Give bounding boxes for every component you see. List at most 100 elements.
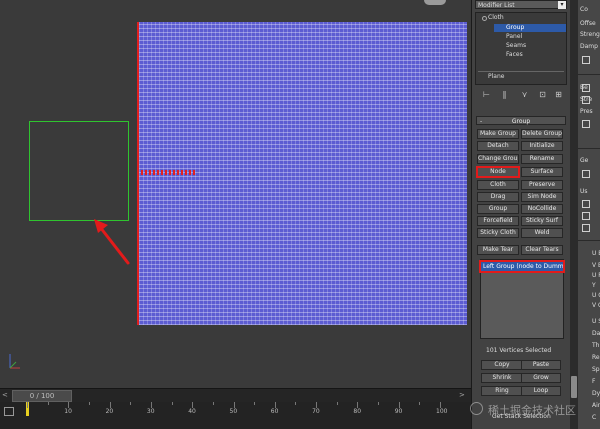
preserve-button[interactable]: Preserve (521, 180, 563, 190)
pin-stack-icon[interactable]: ⊢ (481, 89, 492, 100)
node-button[interactable]: Node (476, 166, 520, 178)
cloth-property-label: F (592, 378, 596, 385)
make-group-button[interactable]: Make Group (477, 129, 519, 139)
cloth-property-label: V Cc (592, 302, 600, 309)
cloth-property-label: Sp (592, 366, 600, 373)
ruler-tick (295, 402, 297, 405)
ruler-tick (254, 402, 256, 405)
copy-button[interactable]: Copy (481, 360, 523, 370)
next-frame-icon[interactable]: > (459, 391, 467, 400)
vertices-selected-status: 101 Vertices Selected (486, 347, 552, 354)
stack-item-plane[interactable]: Plane (488, 73, 566, 81)
weld-button[interactable]: Weld (521, 228, 563, 238)
paste-button[interactable]: Paste (521, 360, 561, 370)
cloth-property-label: Streng (580, 31, 600, 38)
track-bar[interactable]: 10 20 30 40 50 60 70 80 90 100 (0, 402, 471, 429)
ruler-tick-label: 90 (394, 408, 403, 415)
nocollide-button[interactable]: NoCollide (521, 204, 563, 214)
change-group-button[interactable]: Change Group (477, 154, 519, 164)
cloth-property-label: Thi (592, 342, 600, 349)
time-slider-thumb[interactable]: 0 / 100 (12, 390, 72, 402)
time-slider[interactable]: < 0 / 100 > (0, 388, 471, 402)
modifier-stack[interactable]: Cloth Group Panel Seams Faces Plane (475, 12, 567, 85)
collapse-icon: - (480, 118, 483, 125)
cloth-property-checkbox[interactable] (582, 84, 590, 92)
detach-button[interactable]: Detach (477, 141, 519, 151)
command-panel-scrollbar[interactable] (570, 0, 578, 429)
group-button[interactable]: Group (477, 204, 519, 214)
clear-tears-button[interactable]: Clear Tears (521, 245, 563, 255)
cloth-property-label: U Cc (592, 292, 600, 299)
cloth-property-label: Us (580, 188, 588, 195)
show-end-result-icon[interactable]: ∥ (499, 89, 510, 100)
watermark-text: 稀土掘金技术社区 (488, 404, 576, 417)
make-unique-icon[interactable]: ⋎ (519, 89, 530, 100)
stack-item-seams[interactable]: Seams (506, 42, 566, 50)
loop-button[interactable]: Loop (521, 386, 561, 396)
ruler-tick-label: 30 (146, 408, 155, 415)
ruler-tick (47, 402, 49, 405)
viewport-top-handle[interactable] (424, 0, 446, 5)
cloth-property-label: V Bi (592, 262, 600, 269)
configure-modifier-sets-icon[interactable]: ⊞ (553, 89, 564, 100)
sticky-surf-button[interactable]: Sticky Surf (521, 216, 563, 226)
ruler-tick-label: 80 (353, 408, 362, 415)
cloth-property-label: Ge (580, 157, 589, 164)
ruler-tick-label: 10 (64, 408, 72, 415)
ring-button[interactable]: Ring (481, 386, 523, 396)
modifier-list-dropdown[interactable]: Modifier List ▾ (475, 0, 567, 9)
panel-divider (578, 240, 600, 241)
surface-button[interactable]: Surface (521, 167, 563, 177)
modifier-list-label: Modifier List (478, 2, 515, 9)
ruler-tick (27, 402, 28, 408)
stack-item-faces[interactable]: Faces (506, 51, 566, 59)
cloth-property-label: Co (580, 6, 588, 13)
toggle-icon[interactable] (482, 16, 487, 21)
rename-button[interactable]: Rename (521, 154, 563, 164)
previous-frame-icon[interactable]: < (2, 391, 10, 400)
stack-item-cloth[interactable]: Cloth (488, 14, 566, 22)
stack-item-group[interactable]: Group (494, 24, 566, 32)
remove-modifier-icon[interactable]: ⊡ (537, 89, 548, 100)
stack-item-panel[interactable]: Panel (506, 33, 566, 41)
ruler-tick (378, 402, 380, 405)
cloth-property-label: U Bi (592, 250, 600, 257)
cloth-property-checkbox[interactable] (582, 170, 590, 178)
cloth-property-checkbox[interactable] (582, 56, 590, 64)
cloth-property-label: Dyna (592, 390, 600, 397)
cloth-property-checkbox[interactable] (582, 96, 590, 104)
sticky-cloth-button[interactable]: Sticky Cloth (477, 228, 519, 238)
grow-button[interactable]: Grow (521, 373, 561, 383)
chevron-down-icon[interactable]: ▾ (558, 1, 566, 9)
ruler-tick-label: 40 (188, 408, 196, 415)
cloth-property-label: U Sc (592, 318, 600, 325)
dummy-helper[interactable] (29, 121, 129, 221)
cloth-property-label: U Re (592, 272, 600, 279)
cloth-properties-panel: CoOffseStrengDampBeStrePresGeUsU BiV BiU… (578, 0, 600, 429)
make-tear-button[interactable]: Make Tear (477, 245, 519, 255)
viewport[interactable] (0, 0, 471, 388)
cloth-property-label: Pres (580, 108, 593, 115)
cloth-property-checkbox[interactable] (582, 224, 590, 232)
ruler-tick (336, 402, 338, 405)
cloth-property-label: Offse (580, 20, 596, 27)
shrink-button[interactable]: Shrink (481, 373, 523, 383)
initialize-button[interactable]: Initialize (521, 141, 563, 151)
panel-divider (578, 74, 600, 75)
ruler-tick-label: 100 (436, 408, 448, 415)
cloth-property-checkbox[interactable] (582, 120, 590, 128)
drag-button[interactable]: Drag (477, 192, 519, 202)
sim-node-button[interactable]: Sim Node (521, 192, 563, 202)
ruler-tick-label: 20 (105, 408, 114, 415)
curve-editor-icon[interactable] (4, 407, 14, 416)
scrollbar-thumb[interactable] (571, 376, 577, 398)
delete-group-button[interactable]: Delete Group (521, 129, 563, 139)
group-list[interactable]: Left Group (node to Dummy (479, 259, 565, 339)
cloth-property-checkbox[interactable] (582, 200, 590, 208)
cloth-property-label: C (592, 414, 597, 421)
cloth-property-checkbox[interactable] (582, 212, 590, 220)
group-list-item[interactable]: Left Group (node to Dummy (479, 260, 565, 273)
cloth-button[interactable]: Cloth (477, 180, 519, 190)
forcefield-button[interactable]: Forcefield (477, 216, 519, 226)
group-rollout-header[interactable]: - Group (476, 116, 566, 125)
